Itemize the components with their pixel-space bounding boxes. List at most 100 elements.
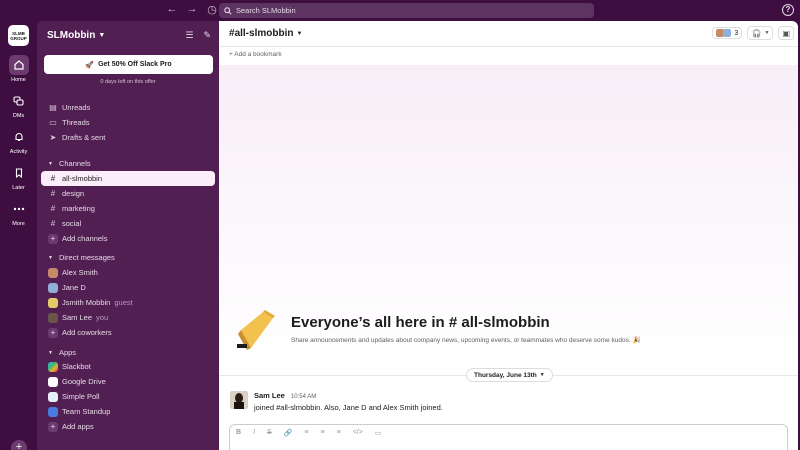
apps-section-header[interactable]: ▼ Apps (48, 348, 76, 357)
workspace-name[interactable]: SLMobbin (47, 30, 95, 41)
sidebar-item-threads[interactable]: ▭ Threads (41, 115, 215, 130)
sidebar-item-drafts[interactable]: ➤ Drafts & sent (41, 130, 215, 145)
rail-more[interactable]: More (0, 199, 37, 227)
search-input[interactable]: Search SLMobbin (219, 3, 594, 18)
help-icon[interactable]: ? (782, 4, 794, 16)
sidebar-app-slackbot[interactable]: Slackbot (41, 359, 215, 374)
channel-name[interactable]: all-slmobbin (235, 28, 294, 39)
rail-home[interactable]: Home (0, 55, 37, 83)
add-coworkers-label: Add coworkers (62, 328, 112, 337)
dm-icon (9, 91, 29, 111)
avatar (48, 312, 58, 323)
sidebar-item-all-slmobbin[interactable]: # all-slmobbin (41, 171, 215, 186)
date-pill[interactable]: Thursday, June 13th ▼ (466, 368, 553, 382)
avatar[interactable] (230, 391, 248, 409)
sidebar-app-simple-poll[interactable]: Simple Poll (41, 389, 215, 404)
code-icon[interactable]: </> (353, 429, 363, 437)
rail-dms-label: DMs (12, 113, 25, 119)
author-name[interactable]: Sam Lee (254, 391, 285, 400)
sidebar-item-label: Unreads (62, 103, 91, 112)
rail-dms[interactable]: DMs (0, 91, 37, 119)
add-workspace-button[interactable]: + (11, 440, 27, 450)
workspace-header: SLMobbin ▼ ☰ ✎ (47, 28, 211, 42)
dm-label: Jane D (62, 283, 86, 292)
sidebar-dm-jsmith-mobbin[interactable]: Jsmith Mobbin guest (41, 295, 215, 310)
promo-label: Get 50% Off Slack Pro (98, 61, 172, 68)
italic-icon[interactable]: I (253, 429, 255, 437)
back-arrow-icon[interactable]: ← (165, 3, 179, 16)
rail-later[interactable]: Later (0, 163, 37, 191)
channels-section-header[interactable]: ▼ Channels (48, 159, 91, 168)
hash-icon: # (50, 204, 56, 213)
dm-label: Sam Lee (62, 313, 93, 322)
channel-intro-title: Everyone’s all here in # all-slmobbin (291, 314, 550, 331)
hash-icon: # (50, 174, 56, 183)
ordered-list-icon[interactable]: ≡ (304, 429, 308, 437)
message-timestamp[interactable]: 10:54 AM (291, 394, 316, 400)
you-badge: you (96, 313, 109, 322)
section-label: Apps (58, 348, 77, 357)
sidebar-dm-sam-lee[interactable]: Sam Lee you (41, 310, 215, 325)
app-label: Simple Poll (62, 392, 100, 401)
caret-down-icon: ▼ (48, 160, 53, 167)
sidebar-item-label: Threads (62, 118, 90, 127)
filter-icon[interactable]: ☰ (185, 30, 193, 41)
top-bar: ← → ◷ Search SLMobbin ? (0, 0, 800, 21)
link-icon[interactable]: 🔗 (284, 429, 293, 437)
avatar (48, 267, 58, 278)
strikethrough-icon[interactable]: S (267, 429, 272, 437)
forward-arrow-icon[interactable]: → (185, 3, 199, 16)
huddle-button[interactable]: 🎧︎ ▼ (747, 26, 774, 40)
add-bookmark-label: Add a bookmark (234, 51, 282, 58)
promo-button[interactable]: 🚀 Get 50% Off Slack Pro (44, 55, 213, 74)
bookmark-icon (9, 163, 29, 183)
hash-icon: # (50, 189, 56, 198)
chevron-down-icon[interactable]: ▼ (98, 32, 105, 39)
channel-label: social (62, 219, 82, 228)
promo-subtext: 0 days left on this offer (100, 79, 156, 85)
avatar (48, 297, 58, 308)
plus-icon: + (48, 233, 58, 244)
sidebar-item-social[interactable]: # social (41, 216, 215, 231)
message-author[interactable]: Sam Lee 10:54 AM (254, 391, 316, 400)
app-label: Google Drive (62, 377, 106, 386)
sidebar-app-google-drive[interactable]: Google Drive (41, 374, 215, 389)
sidebar-dm-alex-smith[interactable]: Alex Smith (41, 265, 215, 280)
avatar (48, 282, 58, 293)
formatting-toolbar: B I S 🔗 ≡ ≡ ≡ </> ▭ (236, 429, 381, 437)
sidebar-item-design[interactable]: # design (41, 186, 215, 201)
sidebar-dm-jane-d[interactable]: Jane D (41, 280, 215, 295)
sidebar-app-team-standup[interactable]: Team Standup (41, 404, 215, 419)
team-standup-icon (48, 406, 58, 417)
history-icon[interactable]: ◷ (205, 3, 219, 16)
code-block-icon[interactable]: ▭ (375, 429, 382, 437)
message-composer[interactable]: B I S 🔗 ≡ ≡ ≡ </> ▭ (229, 424, 788, 450)
sidebar-item-marketing[interactable]: # marketing (41, 201, 215, 216)
home-icon (8, 55, 29, 75)
google-drive-icon (48, 376, 58, 387)
workspace-logo[interactable]: SLMB GROUP (8, 25, 29, 46)
rail-activity[interactable]: Activity (0, 127, 37, 155)
members-button[interactable]: 3 (712, 27, 743, 39)
quote-icon[interactable]: ≡ (337, 429, 341, 437)
chevron-down-icon[interactable]: ▼ (296, 31, 302, 37)
sidebar-item-unreads[interactable]: ▤ Unreads (41, 100, 215, 115)
canvas-button[interactable]: ▣ (778, 26, 794, 40)
member-count: 3 (734, 29, 739, 37)
rail-more-label: More (12, 221, 25, 227)
add-apps-button[interactable]: + Add apps (41, 419, 215, 434)
add-bookmark-button[interactable]: + Add a bookmark (229, 51, 282, 58)
plus-icon: + (48, 421, 58, 432)
bullet-list-icon[interactable]: ≡ (321, 429, 325, 437)
date-label: Thursday, June 13th (474, 371, 537, 379)
megaphone-illustration (237, 310, 275, 350)
add-coworkers-button[interactable]: + Add coworkers (41, 325, 215, 340)
compose-icon[interactable]: ✎ (203, 30, 211, 41)
search-placeholder: Search SLMobbin (236, 6, 296, 15)
hash-icon: # (50, 219, 56, 228)
bold-icon[interactable]: B (236, 429, 241, 437)
channel-intro-subtitle: Share announcements and updates about co… (291, 337, 641, 344)
add-channels-button[interactable]: + Add channels (41, 231, 215, 246)
dm-section-header[interactable]: ▼ Direct messages (48, 253, 115, 262)
search-icon (224, 6, 232, 15)
